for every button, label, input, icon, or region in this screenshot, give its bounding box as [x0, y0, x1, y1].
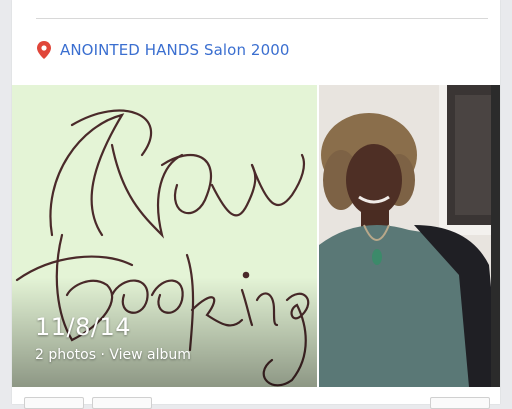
map-pin-icon: [37, 41, 51, 59]
share-button[interactable]: [430, 397, 490, 409]
portrait-photo[interactable]: [319, 85, 500, 387]
location-link[interactable]: ANOINTED HANDS Salon 2000: [37, 41, 290, 59]
like-button[interactable]: [24, 397, 84, 409]
post-card: ANOINTED HANDS Salon 2000 11/8/14 2 phot…: [12, 0, 500, 409]
album-meta-link[interactable]: 2 photos · View album: [35, 347, 191, 363]
now-booking-image[interactable]: 11/8/14 2 photos · View album: [12, 85, 317, 387]
divider: [36, 18, 488, 19]
comment-button[interactable]: [92, 397, 152, 409]
portrait-art: [319, 85, 500, 387]
album-photos[interactable]: 11/8/14 2 photos · View album: [12, 85, 500, 387]
album-date: 11/8/14: [35, 313, 132, 341]
location-label[interactable]: ANOINTED HANDS Salon 2000: [60, 41, 290, 59]
